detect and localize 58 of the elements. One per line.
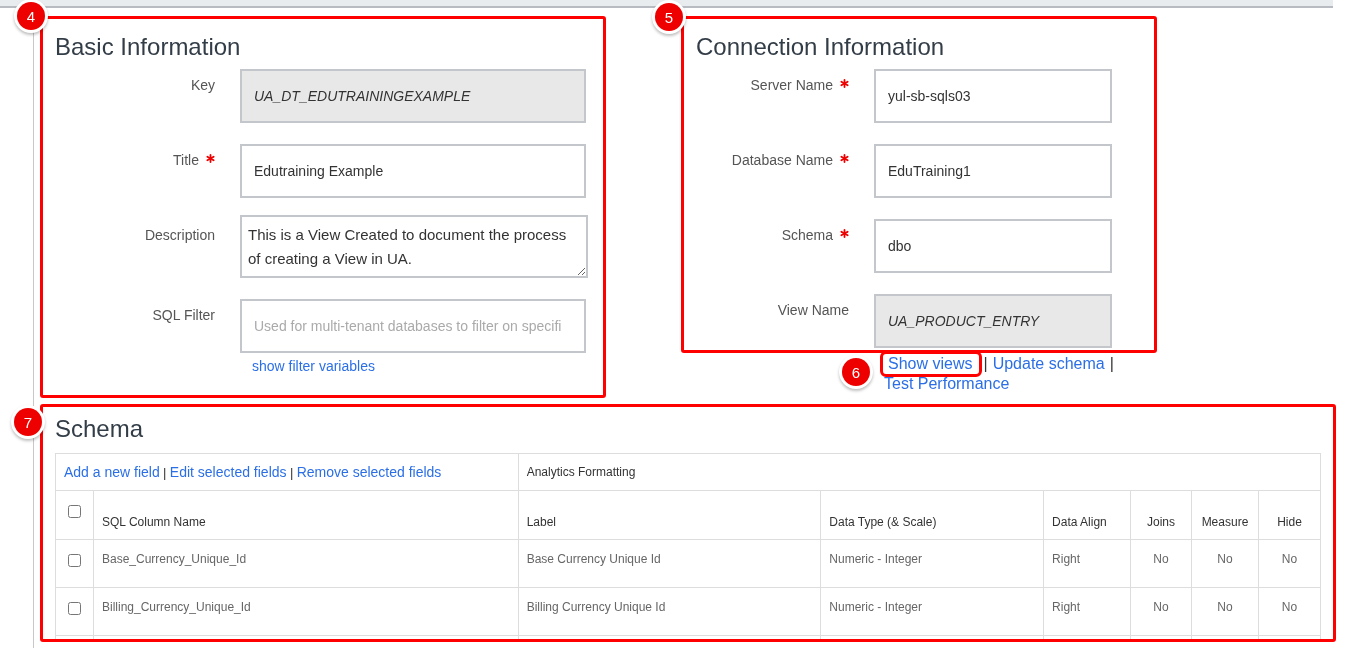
table-cell: Numeric - Integer [820, 539, 1044, 588]
table-group-header: Analytics Formatting [518, 453, 1321, 491]
table-cell: Right [1043, 539, 1131, 588]
schema-link[interactable]: Update schema [992, 355, 1105, 373]
input-field[interactable]: Used for multi-tenant databases to filter on specifi [240, 299, 586, 353]
section-title: Connection Information [696, 33, 946, 61]
table-cell: No [1258, 587, 1321, 636]
schema-link[interactable]: Test Performance [884, 375, 1010, 393]
table-cell: Billing Currency Unique Id [518, 587, 821, 636]
field-label: Title [55, 144, 215, 198]
separator: | [163, 465, 167, 480]
table-cell: No [1191, 539, 1259, 588]
table-cell: No [1191, 587, 1259, 636]
select-all-checkbox[interactable] [68, 505, 81, 518]
table-cell: No [1258, 539, 1321, 588]
row-checkbox[interactable] [68, 602, 81, 615]
table-action-link[interactable]: Remove selected fields [296, 464, 442, 480]
table-cell: Base_Currency_Unique_Id [93, 539, 519, 588]
table-cell: No [1130, 539, 1192, 588]
separator: | [983, 355, 988, 373]
input-field[interactable]: Edutraining Example [240, 144, 586, 198]
input-field[interactable]: dbo [874, 219, 1112, 273]
field-label: Server Name [696, 69, 849, 123]
step-number: 7 [14, 408, 42, 436]
column-header: Joins [1130, 490, 1192, 540]
input-field[interactable]: yul-sb-sqls03 [874, 69, 1112, 123]
step-number: 4 [17, 2, 45, 30]
input-field[interactable]: EduTraining1 [874, 144, 1112, 198]
separator: | [1109, 355, 1114, 373]
field-label: Schema [696, 219, 849, 273]
field-label: Database Name [696, 144, 849, 198]
column-header: Data Type (& Scale) [820, 490, 1044, 540]
table-action-link[interactable]: Edit selected fields [169, 464, 287, 480]
table-cell: Billing_Currency_Unique_Id [93, 587, 519, 636]
column-header: Measure [1191, 490, 1259, 540]
table-cell: Right [1043, 587, 1131, 636]
step-number: 6 [842, 358, 870, 386]
step-number: 5 [655, 3, 683, 31]
field-label: SQL Filter [151, 306, 215, 325]
table-cell: Numeric - Integer [820, 587, 1044, 636]
table-cell: No [1130, 587, 1192, 636]
field-label: Description [143, 226, 215, 245]
separator: | [289, 465, 294, 480]
show-filter-variables-link[interactable]: show filter variables [252, 358, 375, 374]
table-action-link[interactable]: Add a new field [64, 464, 160, 480]
textarea-field[interactable]: This is a View Created to document the process of creating a View in UA. [240, 215, 588, 278]
input-field[interactable]: UA_PRODUCT_ENTRY [874, 294, 1112, 348]
section-title: Basic Information [55, 33, 242, 61]
column-header: Hide [1258, 490, 1321, 540]
field-label: View Name [776, 301, 849, 320]
column-header: Data Align [1043, 490, 1131, 540]
row-checkbox[interactable] [68, 554, 81, 567]
table-cell: Base Currency Unique Id [518, 539, 821, 588]
column-header: SQL Column Name [93, 490, 519, 540]
section-title: Schema [55, 415, 145, 443]
column-header: Label [518, 490, 821, 540]
field-label: Key [189, 76, 215, 95]
input-field[interactable]: UA_DT_EDUTRAININGEXAMPLE [240, 69, 586, 123]
